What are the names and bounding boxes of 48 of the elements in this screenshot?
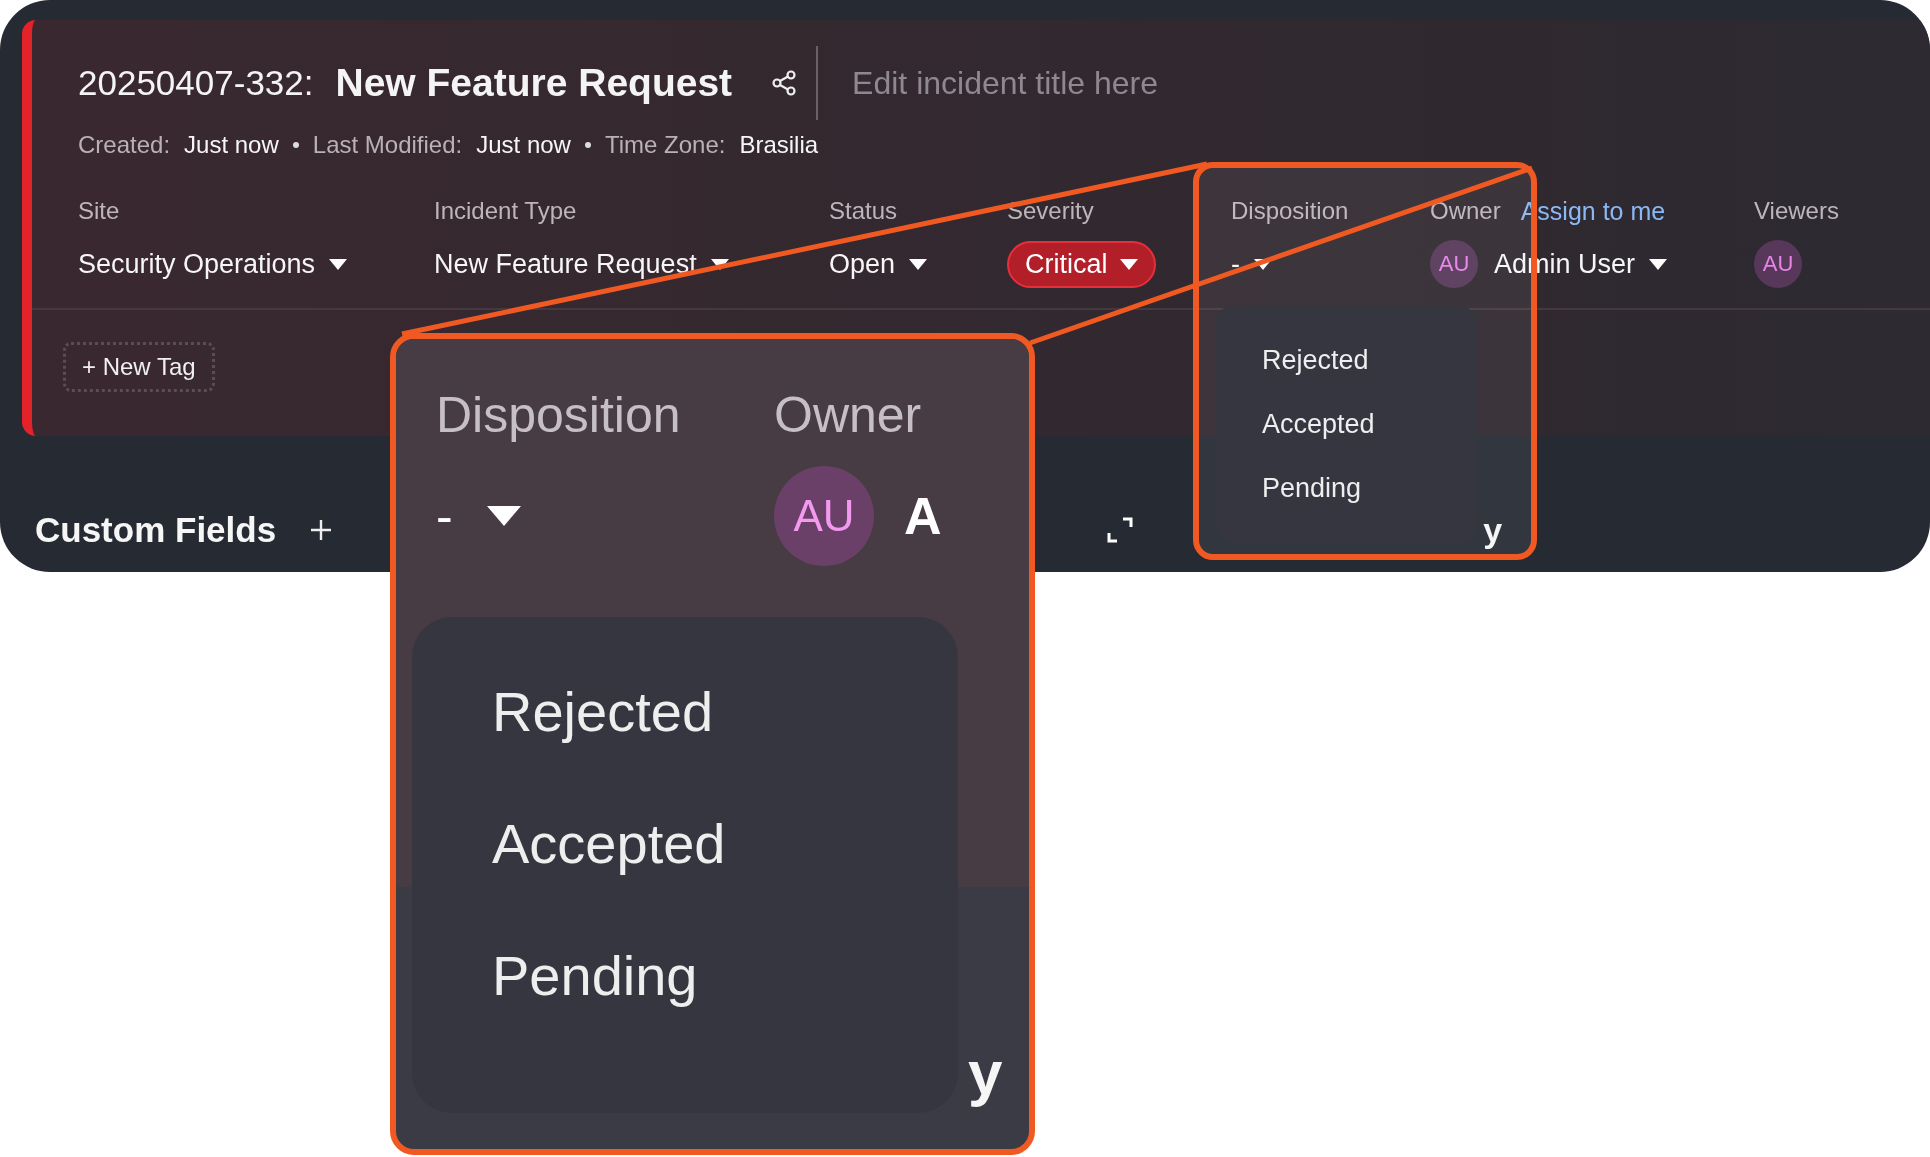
incident-id: 20250407-332:: [78, 63, 314, 103]
avatar: AU: [774, 466, 874, 566]
caret-icon: [1254, 258, 1272, 270]
field-label: Incident Type: [434, 197, 577, 225]
meta-value: Just now: [184, 131, 279, 159]
meta-label: Created:: [78, 131, 171, 159]
meta-value: Just now: [476, 131, 571, 159]
share-icon[interactable]: [772, 70, 797, 96]
title-field[interactable]: Edit incident title here: [852, 64, 1453, 102]
menu-item[interactable]: Pending: [412, 943, 958, 1075]
severity-dropdown[interactable]: Critical: [1007, 240, 1156, 288]
menu-item[interactable]: Accepted: [412, 811, 958, 943]
dropdown[interactable]: Security Operations: [78, 248, 348, 280]
caret-icon: [909, 258, 928, 270]
avatar: AU: [1754, 240, 1802, 288]
new-tag-button[interactable]: + New Tag: [63, 342, 215, 392]
caret-icon: [486, 506, 521, 526]
dropdown[interactable]: Open: [829, 248, 928, 280]
dropdown[interactable]: -: [1231, 248, 1272, 280]
expand-icon[interactable]: [1107, 517, 1134, 543]
field-label: Viewers: [1754, 197, 1839, 225]
plus-icon[interactable]: [310, 519, 333, 541]
caret-icon: [1649, 258, 1668, 270]
menu-item[interactable]: Rejected: [1215, 345, 1477, 409]
field-label: Owner: [774, 386, 923, 444]
text-fragment: A: [904, 486, 942, 546]
menu-item[interactable]: Accepted: [1215, 409, 1477, 473]
caret-icon: [329, 258, 348, 270]
meta-value: Brasilia: [739, 131, 819, 159]
menu-item[interactable]: Rejected: [412, 679, 958, 811]
separator-dot: [584, 142, 591, 148]
meta-label: Time Zone:: [604, 131, 726, 159]
incident-title: New Feature Request: [335, 61, 733, 105]
section-title: Custom Fields: [35, 510, 277, 550]
dropdown[interactable]: New Feature Request: [434, 248, 729, 280]
field-label: Owner: [1430, 197, 1501, 225]
caret-icon: [1119, 258, 1138, 270]
field-label: Status: [829, 197, 898, 225]
text-fragment: y: [968, 1037, 1003, 1108]
field-label: Disposition: [1231, 197, 1349, 225]
separator-dot: [292, 142, 299, 148]
field-label: Disposition: [436, 386, 682, 444]
menu-item[interactable]: Pending: [1215, 473, 1477, 537]
meta-label: Last Modified:: [312, 131, 463, 159]
field-label: Site: [78, 197, 120, 225]
text-fragment: y: [1483, 510, 1503, 550]
avatar: AU: [1430, 240, 1478, 288]
dropdown[interactable]: -: [436, 487, 774, 545]
